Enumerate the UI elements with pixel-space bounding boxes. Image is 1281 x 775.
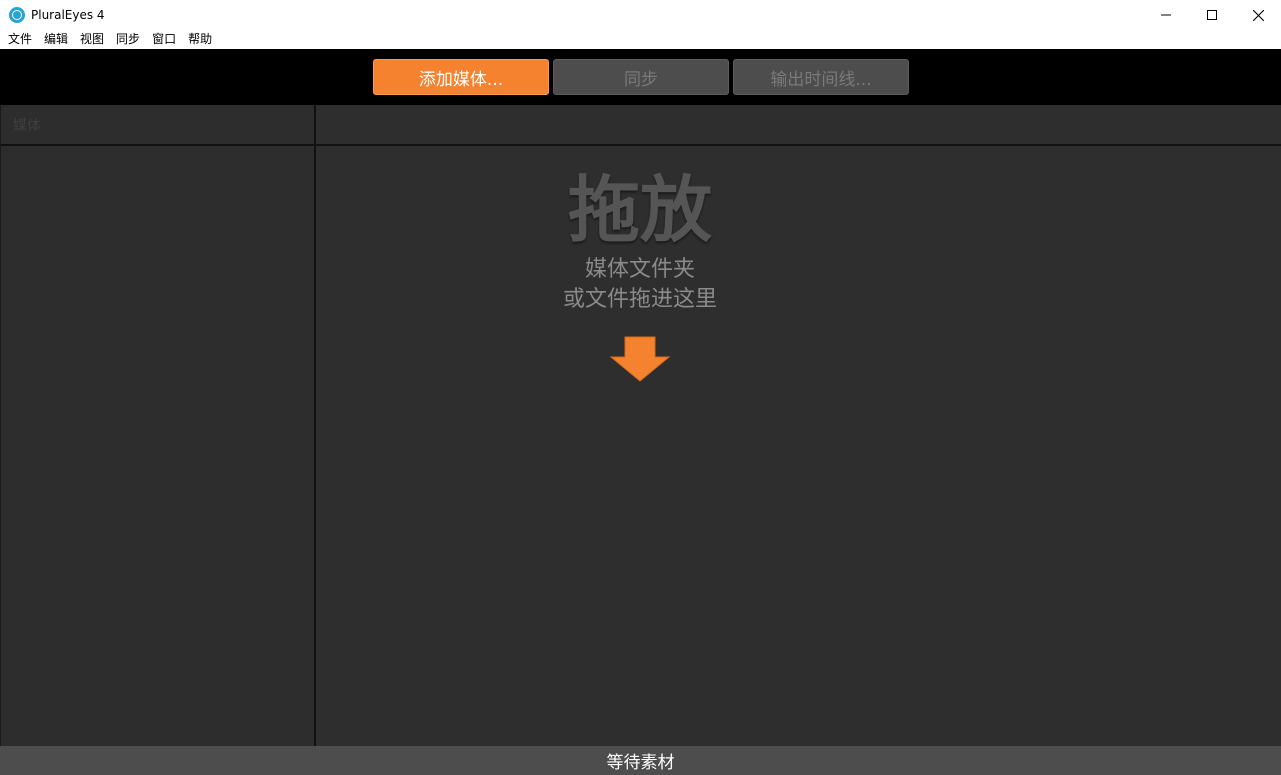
menu-help[interactable]: 帮助 — [182, 30, 218, 49]
window-title: PluralEyes 4 — [31, 8, 105, 22]
maximize-button[interactable] — [1189, 0, 1235, 30]
media-panel-header: 媒体 — [1, 105, 314, 146]
drop-line-1: 媒体文件夹 — [584, 257, 695, 282]
status-text: 等待素材 — [606, 753, 675, 773]
down-arrow-icon — [609, 336, 671, 382]
status-bar: 等待素材 — [0, 746, 1281, 775]
media-panel: 媒体 — [0, 105, 316, 746]
sync-button[interactable]: 同步 — [553, 59, 729, 95]
menu-window[interactable]: 窗口 — [146, 30, 182, 49]
add-media-button[interactable]: 添加媒体... — [373, 59, 549, 95]
window-controls — [1143, 0, 1281, 30]
menu-sync[interactable]: 同步 — [110, 30, 146, 49]
app-icon — [9, 7, 25, 23]
drop-line-2: 或文件拖进这里 — [562, 287, 717, 312]
export-timeline-button[interactable]: 输出时间线... — [733, 59, 909, 95]
close-icon — [1252, 9, 1264, 21]
toolbar: 添加媒体... 同步 输出时间线... — [0, 49, 1281, 105]
drop-title: 拖放 — [567, 167, 712, 252]
menu-file[interactable]: 文件 — [2, 30, 38, 49]
minimize-icon — [1161, 14, 1171, 16]
close-button[interactable] — [1235, 0, 1281, 30]
maximize-icon — [1207, 10, 1217, 20]
drop-zone[interactable]: 拖放 媒体文件夹 或文件拖进这里 — [316, 165, 964, 387]
minimize-button[interactable] — [1143, 0, 1189, 30]
timeline-header — [316, 105, 1281, 146]
menu-view[interactable]: 视图 — [74, 30, 110, 49]
timeline-panel[interactable]: 拖放 媒体文件夹 或文件拖进这里 — [316, 105, 1281, 746]
menu-bar: 文件 编辑 视图 同步 窗口 帮助 — [0, 30, 1281, 49]
menu-edit[interactable]: 编辑 — [38, 30, 74, 49]
title-bar: PluralEyes 4 — [0, 0, 1281, 30]
media-panel-label: 媒体 — [13, 117, 41, 134]
